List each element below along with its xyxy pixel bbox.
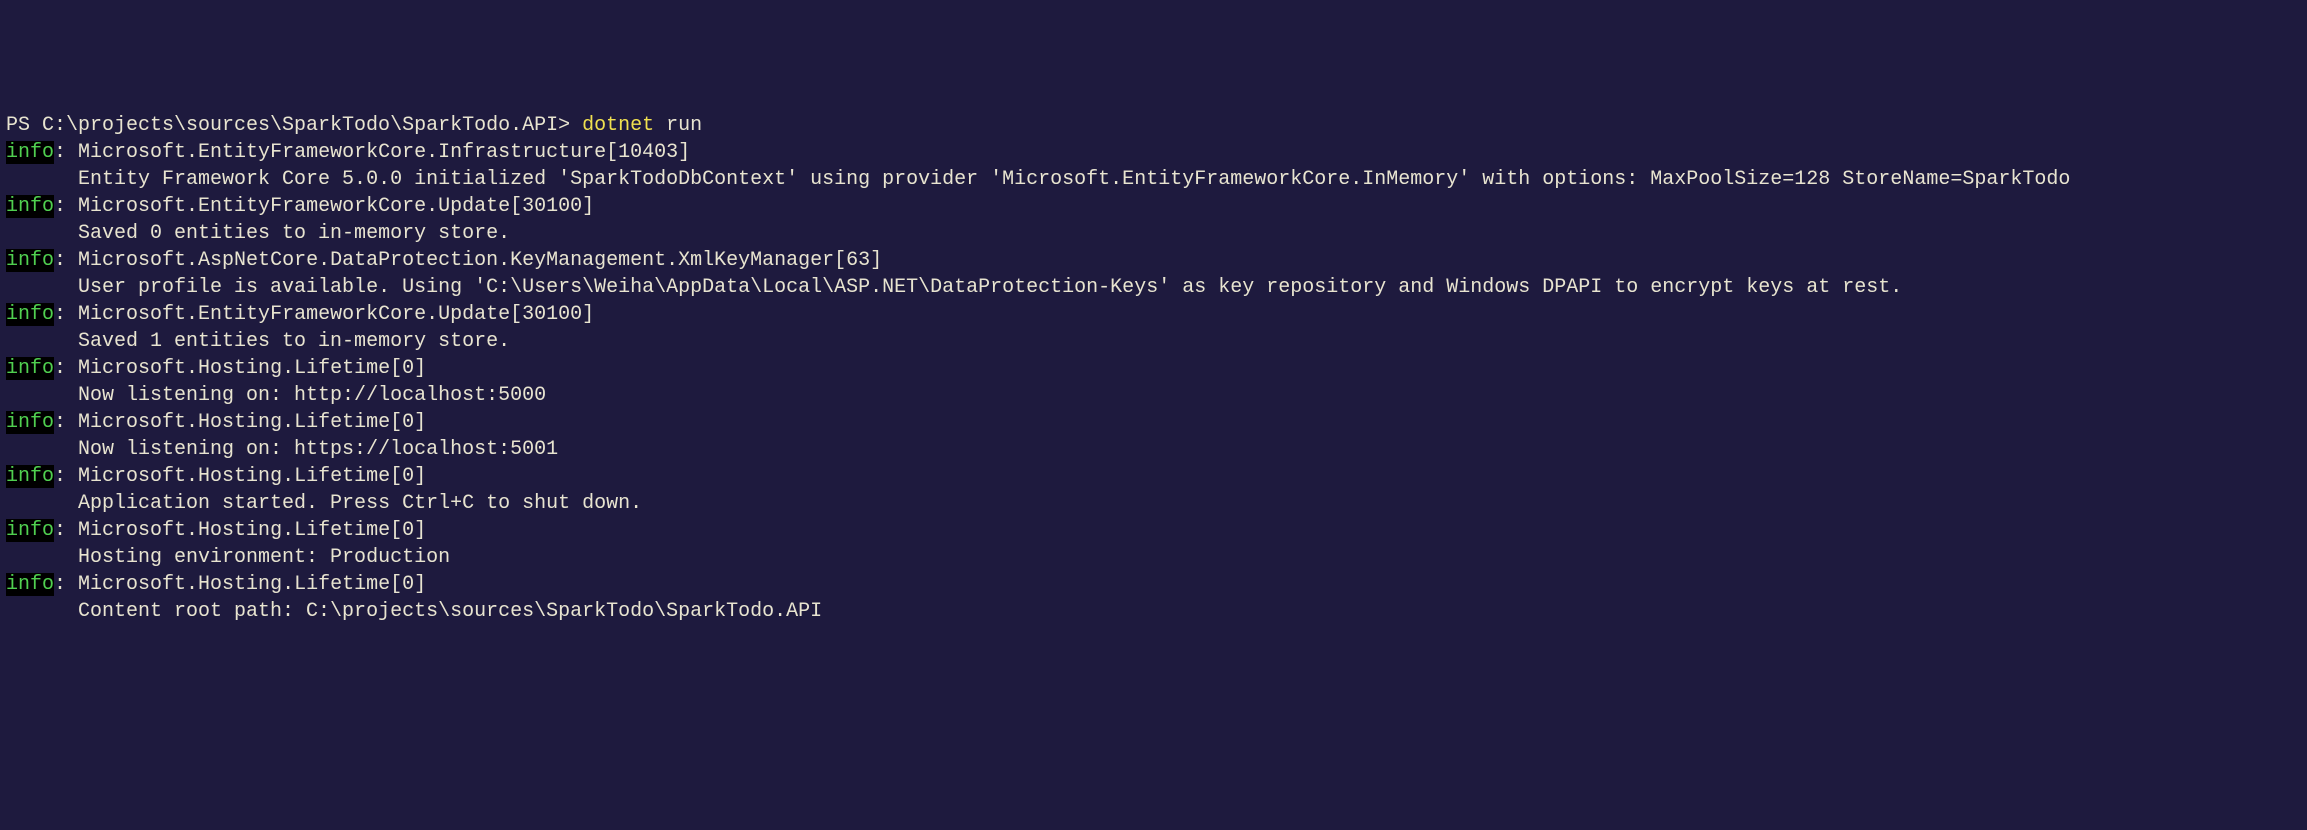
log-sep: : bbox=[54, 249, 78, 272]
terminal-output[interactable]: PS C:\projects\sources\SparkTodo\SparkTo… bbox=[6, 112, 2301, 625]
log-message: Content root path: C:\projects\sources\S… bbox=[6, 598, 2301, 625]
log-level-info: info bbox=[6, 249, 54, 272]
log-entry: info: Microsoft.EntityFrameworkCore.Upda… bbox=[6, 193, 2301, 220]
log-message: Saved 1 entities to in-memory store. bbox=[6, 328, 2301, 355]
log-sep: : bbox=[54, 195, 78, 218]
log-source: Microsoft.AspNetCore.DataProtection.KeyM… bbox=[78, 249, 882, 272]
prompt-line: PS C:\projects\sources\SparkTodo\SparkTo… bbox=[6, 112, 2301, 139]
log-source: Microsoft.EntityFrameworkCore.Update[301… bbox=[78, 303, 594, 326]
log-level-info: info bbox=[6, 141, 54, 164]
log-source: Microsoft.Hosting.Lifetime[0] bbox=[78, 519, 426, 542]
log-message: Now listening on: https://localhost:5001 bbox=[6, 436, 2301, 463]
log-entry: info: Microsoft.Hosting.Lifetime[0] bbox=[6, 355, 2301, 382]
log-message: Now listening on: http://localhost:5000 bbox=[6, 382, 2301, 409]
log-message: Entity Framework Core 5.0.0 initialized … bbox=[6, 166, 2301, 193]
log-level-info: info bbox=[6, 303, 54, 326]
log-message: Application started. Press Ctrl+C to shu… bbox=[6, 490, 2301, 517]
log-entry: info: Microsoft.Hosting.Lifetime[0] bbox=[6, 517, 2301, 544]
command-arg: run bbox=[654, 114, 702, 137]
log-level-info: info bbox=[6, 195, 54, 218]
log-source: Microsoft.EntityFrameworkCore.Update[301… bbox=[78, 195, 594, 218]
log-sep: : bbox=[54, 141, 78, 164]
log-level-info: info bbox=[6, 519, 54, 542]
log-source: Microsoft.EntityFrameworkCore.Infrastruc… bbox=[78, 141, 690, 164]
prompt-prefix: PS C:\projects\sources\SparkTodo\SparkTo… bbox=[6, 114, 582, 137]
log-message: Hosting environment: Production bbox=[6, 544, 2301, 571]
log-source: Microsoft.Hosting.Lifetime[0] bbox=[78, 411, 426, 434]
log-source: Microsoft.Hosting.Lifetime[0] bbox=[78, 465, 426, 488]
log-entry: info: Microsoft.Hosting.Lifetime[0] bbox=[6, 409, 2301, 436]
log-message: User profile is available. Using 'C:\Use… bbox=[6, 274, 2301, 301]
log-level-info: info bbox=[6, 573, 54, 596]
log-sep: : bbox=[54, 357, 78, 380]
log-entry: info: Microsoft.EntityFrameworkCore.Infr… bbox=[6, 139, 2301, 166]
log-entry: info: Microsoft.AspNetCore.DataProtectio… bbox=[6, 247, 2301, 274]
log-entry: info: Microsoft.Hosting.Lifetime[0] bbox=[6, 463, 2301, 490]
log-source: Microsoft.Hosting.Lifetime[0] bbox=[78, 573, 426, 596]
log-sep: : bbox=[54, 411, 78, 434]
log-entry: info: Microsoft.Hosting.Lifetime[0] bbox=[6, 571, 2301, 598]
log-level-info: info bbox=[6, 411, 54, 434]
command-name: dotnet bbox=[582, 114, 654, 137]
log-sep: : bbox=[54, 573, 78, 596]
log-source: Microsoft.Hosting.Lifetime[0] bbox=[78, 357, 426, 380]
log-level-info: info bbox=[6, 465, 54, 488]
log-sep: : bbox=[54, 303, 78, 326]
log-sep: : bbox=[54, 465, 78, 488]
log-entry: info: Microsoft.EntityFrameworkCore.Upda… bbox=[6, 301, 2301, 328]
log-level-info: info bbox=[6, 357, 54, 380]
log-sep: : bbox=[54, 519, 78, 542]
log-message: Saved 0 entities to in-memory store. bbox=[6, 220, 2301, 247]
